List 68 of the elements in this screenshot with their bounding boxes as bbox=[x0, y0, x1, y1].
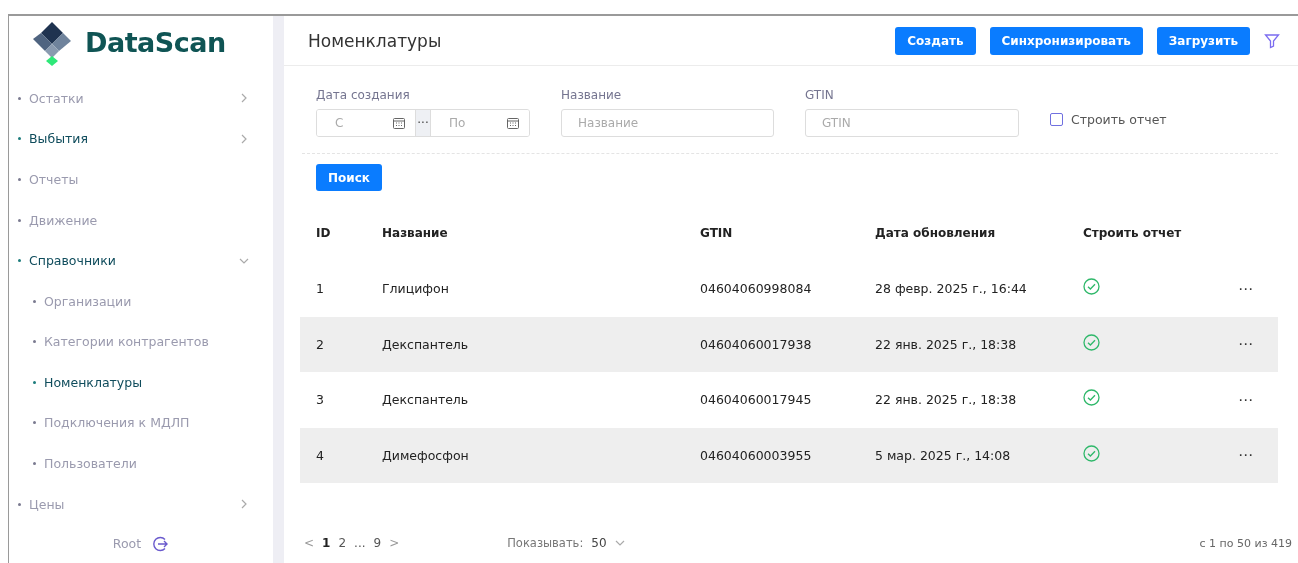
table-cell-text: 28 февр. 2025 г., 16:44 bbox=[875, 281, 1028, 297]
gtin-field[interactable]: GTIN bbox=[805, 109, 1019, 137]
more-button[interactable]: ⋯ bbox=[1238, 335, 1278, 354]
sidebar-subitem[interactable]: Категории контрагентов bbox=[9, 321, 273, 363]
column-header: Строить отчет bbox=[1083, 226, 1183, 240]
page-number[interactable]: 1 bbox=[322, 536, 331, 550]
sidebar-item[interactable]: Движение bbox=[9, 199, 273, 241]
field-label: Дата создания bbox=[316, 88, 411, 102]
sidebar-item[interactable]: Выбытия bbox=[9, 118, 273, 160]
sidebar-subitem[interactable]: Пользователи bbox=[9, 443, 273, 484]
page-number[interactable]: ... bbox=[354, 536, 366, 550]
table-cell-text: 2 bbox=[316, 336, 325, 352]
sidebar-subitem[interactable]: Номенклатуры bbox=[9, 362, 273, 403]
sidebar-subitem[interactable]: Подключения к МДЛП bbox=[9, 402, 273, 444]
calendar-icon[interactable] bbox=[393, 117, 405, 129]
name-field[interactable]: Название bbox=[561, 109, 774, 137]
brand-name: DataScan bbox=[85, 27, 226, 59]
table-cell-text: 22 янв. 2025 г., 18:38 bbox=[875, 392, 1018, 408]
page-title: Номенклатуры bbox=[308, 30, 443, 51]
sidebar-subitem[interactable]: Организации bbox=[9, 280, 273, 322]
header-button[interactable]: Создать bbox=[895, 26, 976, 55]
logout-icon[interactable] bbox=[153, 535, 170, 552]
field-label: Название bbox=[561, 88, 623, 102]
more-button[interactable]: ⋯ bbox=[1238, 279, 1278, 298]
page-number[interactable]: 2 bbox=[338, 536, 347, 550]
column-header: GTIN bbox=[700, 226, 734, 240]
prev-page-button[interactable]: < bbox=[304, 536, 315, 550]
range-text: с 1 по 50 из 419 bbox=[1199, 536, 1292, 550]
user-name: Root bbox=[112, 536, 142, 552]
table-cell-text: 04604060017945 bbox=[700, 392, 813, 408]
calendar-icon[interactable] bbox=[507, 117, 519, 129]
page-number[interactable]: 9 bbox=[373, 536, 382, 550]
chevron-right-icon bbox=[239, 499, 249, 510]
table-cell-text: 04604060003955 bbox=[700, 447, 813, 463]
table-cell-text: 22 янв. 2025 г., 18:38 bbox=[875, 336, 1018, 352]
field-label: GTIN bbox=[805, 88, 835, 102]
checkbox-label: Строить отчет bbox=[1071, 112, 1167, 127]
more-button[interactable]: ⋯ bbox=[1238, 390, 1278, 409]
chevron-right-icon bbox=[239, 93, 249, 104]
table-cell-text: 04604060017938 bbox=[700, 336, 813, 352]
table-cell-text: Димефосфон bbox=[382, 447, 470, 463]
search-button[interactable]: Поиск bbox=[316, 164, 382, 191]
sidebar-item[interactable]: Цены bbox=[9, 483, 273, 525]
table-cell-text: 5 мар. 2025 г., 14:08 bbox=[875, 447, 1012, 463]
table-cell-text: Декспантель bbox=[382, 336, 470, 352]
header-button[interactable]: Загрузить bbox=[1156, 26, 1250, 55]
table-cell-text: Декспантель bbox=[382, 392, 470, 408]
page-size-value[interactable]: 50 bbox=[591, 536, 607, 550]
range-separator: ··· bbox=[415, 110, 431, 136]
table-cell-text: 4 bbox=[316, 447, 325, 463]
sidebar-item[interactable]: Отчеты bbox=[9, 159, 273, 200]
column-header: Дата обновления bbox=[875, 226, 997, 240]
chevron-right-icon bbox=[239, 133, 249, 144]
chevron-down-icon bbox=[614, 538, 625, 548]
table-cell-text: 1 bbox=[316, 281, 325, 297]
next-page-button[interactable]: > bbox=[389, 536, 400, 550]
more-button[interactable]: ⋯ bbox=[1238, 446, 1278, 465]
header-button[interactable]: Синхронизировать bbox=[989, 26, 1143, 55]
page-size-label: Показывать: bbox=[507, 536, 584, 550]
table-cell-text: 3 bbox=[316, 392, 325, 408]
column-header: ID bbox=[316, 226, 332, 240]
filter-icon[interactable] bbox=[1264, 32, 1280, 49]
table-cell-text: Глицифон bbox=[382, 281, 450, 297]
sidebar-item[interactable]: Остатки bbox=[9, 77, 273, 119]
sidebar-item[interactable]: Справочники bbox=[9, 240, 273, 281]
column-header: Название bbox=[382, 226, 449, 240]
table-cell-text: 04604060998084 bbox=[700, 281, 813, 297]
checkbox[interactable] bbox=[1050, 113, 1063, 126]
